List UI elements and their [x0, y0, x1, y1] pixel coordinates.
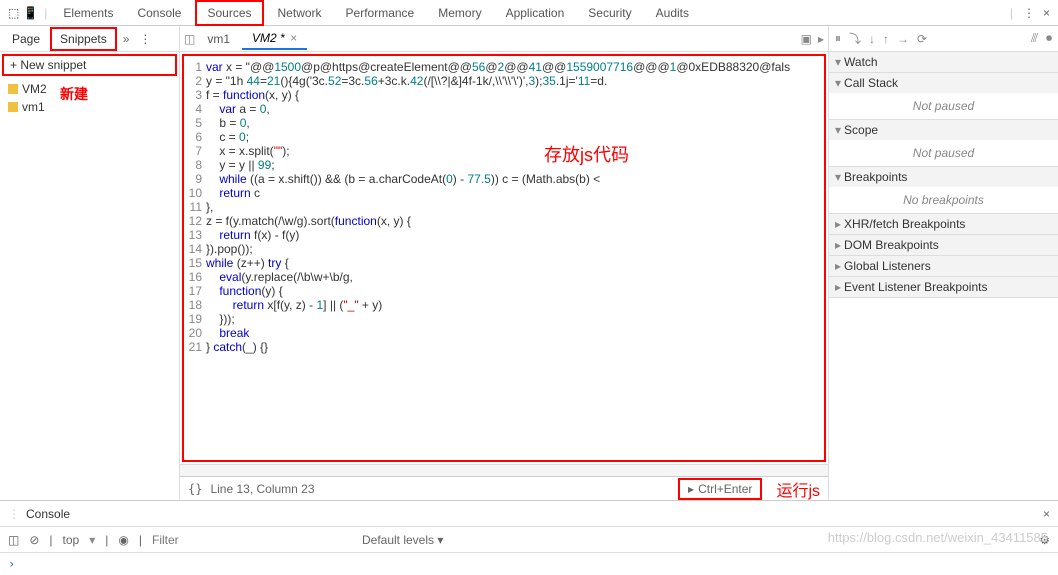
editor-tabs: ◫ vm1 VM2 * × ▣ ▸: [180, 26, 828, 52]
debug-section-header[interactable]: Breakpoints: [829, 167, 1058, 187]
code-editor[interactable]: 1var x = "@@1500@p@https@createElement@@…: [182, 54, 826, 462]
annotation-code: 存放js代码: [544, 141, 629, 167]
pause-exception-icon[interactable]: ⏺: [1046, 31, 1052, 46]
annotation-run: 运行js: [776, 477, 820, 501]
debug-section-body: Not paused: [829, 93, 1058, 119]
live-expression-icon[interactable]: ◉: [118, 533, 128, 547]
tab-application[interactable]: Application: [496, 2, 575, 24]
tab-audits[interactable]: Audits: [646, 2, 699, 24]
file-icon: [8, 102, 18, 112]
snippet-item[interactable]: vm1: [8, 98, 171, 116]
tab-performance[interactable]: Performance: [336, 2, 425, 24]
debug-section-header[interactable]: Global Listeners: [829, 256, 1058, 276]
sidebar-toggle-icon[interactable]: ◫: [8, 533, 19, 547]
more-vert-icon[interactable]: ⋮: [8, 507, 20, 521]
run-snippet-button[interactable]: ▸ Ctrl+Enter: [678, 478, 762, 500]
cursor-position: Line 13, Column 23: [210, 482, 314, 496]
deactivate-icon[interactable]: ⟳: [917, 32, 927, 46]
file-icon: [8, 84, 18, 94]
tab-console[interactable]: Console: [127, 2, 191, 24]
horizontal-scrollbar[interactable]: [180, 464, 828, 476]
sources-sidebar: Page Snippets » ⋮ + New snippet VM2 vm1 …: [0, 26, 180, 500]
tab-elements[interactable]: Elements: [53, 2, 123, 24]
editor-layout-icon[interactable]: ▣: [801, 32, 812, 46]
snippet-item[interactable]: VM2: [8, 80, 171, 98]
debug-section-header[interactable]: XHR/fetch Breakpoints: [829, 214, 1058, 234]
debug-toolbar: ⏸ ⤵ ↓ ↑ → ⟳ ⫻ ⏺: [829, 26, 1058, 52]
inspect-icon[interactable]: ⬚: [8, 6, 19, 20]
device-icon[interactable]: 📱: [23, 6, 38, 20]
console-header: ⋮ Console ×: [0, 501, 1058, 527]
debug-section-header[interactable]: DOM Breakpoints: [829, 235, 1058, 255]
format-brace-icon[interactable]: {}: [188, 482, 202, 496]
editor-tab-vm2[interactable]: VM2 * ×: [242, 28, 307, 50]
debug-section-header[interactable]: Watch: [829, 52, 1058, 72]
close-drawer-icon[interactable]: ×: [1043, 507, 1050, 521]
console-prompt[interactable]: ›: [0, 553, 1058, 575]
subtab-snippets[interactable]: Snippets: [50, 27, 117, 51]
play-icon: ▸: [688, 482, 694, 496]
annotation-new: 新建: [60, 84, 88, 104]
snippet-list: VM2 vm1: [0, 78, 179, 118]
watermark-text: https://blog.csdn.net/weixin_43411585: [828, 530, 1048, 545]
sidebar-sub-tabs: Page Snippets » ⋮: [0, 26, 179, 52]
close-icon[interactable]: ×: [1043, 6, 1050, 20]
step-into-icon[interactable]: ↓: [869, 32, 875, 46]
editor-pane: ◫ vm1 VM2 * × ▣ ▸ 1var x = "@@1500@p@htt…: [180, 26, 828, 500]
sidebar-toggle-icon[interactable]: ◫: [184, 32, 195, 46]
context-selector[interactable]: top: [63, 533, 80, 547]
tab-security[interactable]: Security: [578, 2, 641, 24]
debug-section-header[interactable]: Call Stack: [829, 73, 1058, 93]
pause-icon[interactable]: ⏸: [835, 31, 841, 46]
new-snippet-button[interactable]: + New snippet: [2, 54, 177, 76]
editor-status-bar: {} Line 13, Column 23 ▸ Ctrl+Enter 运行js: [180, 476, 828, 500]
debug-section-body: Not paused: [829, 140, 1058, 166]
async-icon[interactable]: ⫻: [1031, 31, 1038, 46]
debugger-pane: ⏸ ⤵ ↓ ↑ → ⟳ ⫻ ⏺ WatchCall StackNot pause…: [828, 26, 1058, 500]
close-tab-icon[interactable]: ×: [290, 31, 297, 45]
tab-network[interactable]: Network: [268, 2, 332, 24]
debug-section-header[interactable]: Event Listener Breakpoints: [829, 277, 1058, 297]
more-icon[interactable]: ⋮: [1023, 6, 1035, 20]
tab-memory[interactable]: Memory: [428, 2, 491, 24]
debug-section-header[interactable]: Scope: [829, 120, 1058, 140]
editor-run-icon[interactable]: ▸: [818, 32, 824, 46]
tab-sources[interactable]: Sources: [195, 0, 263, 26]
chevron-right-icon[interactable]: »: [119, 32, 134, 46]
console-tab-label[interactable]: Console: [26, 507, 70, 521]
more-vert-icon[interactable]: ⋮: [135, 32, 155, 46]
subtab-page[interactable]: Page: [4, 29, 48, 49]
devtools-top-tabs: ⬚ 📱 | Elements Console Sources Network P…: [0, 0, 1058, 26]
step-out-icon[interactable]: ↑: [883, 32, 889, 46]
snippet-name: vm1: [22, 100, 45, 114]
filter-input[interactable]: [152, 533, 332, 547]
snippet-name: VM2: [22, 82, 47, 96]
log-levels-selector[interactable]: Default levels ▾: [362, 533, 443, 547]
clear-console-icon[interactable]: ⊘: [29, 533, 39, 547]
debug-section-body: No breakpoints: [829, 187, 1058, 213]
editor-tab-vm1[interactable]: vm1: [197, 29, 240, 49]
step-icon[interactable]: →: [897, 32, 909, 46]
step-over-icon[interactable]: ⤵: [849, 30, 861, 47]
